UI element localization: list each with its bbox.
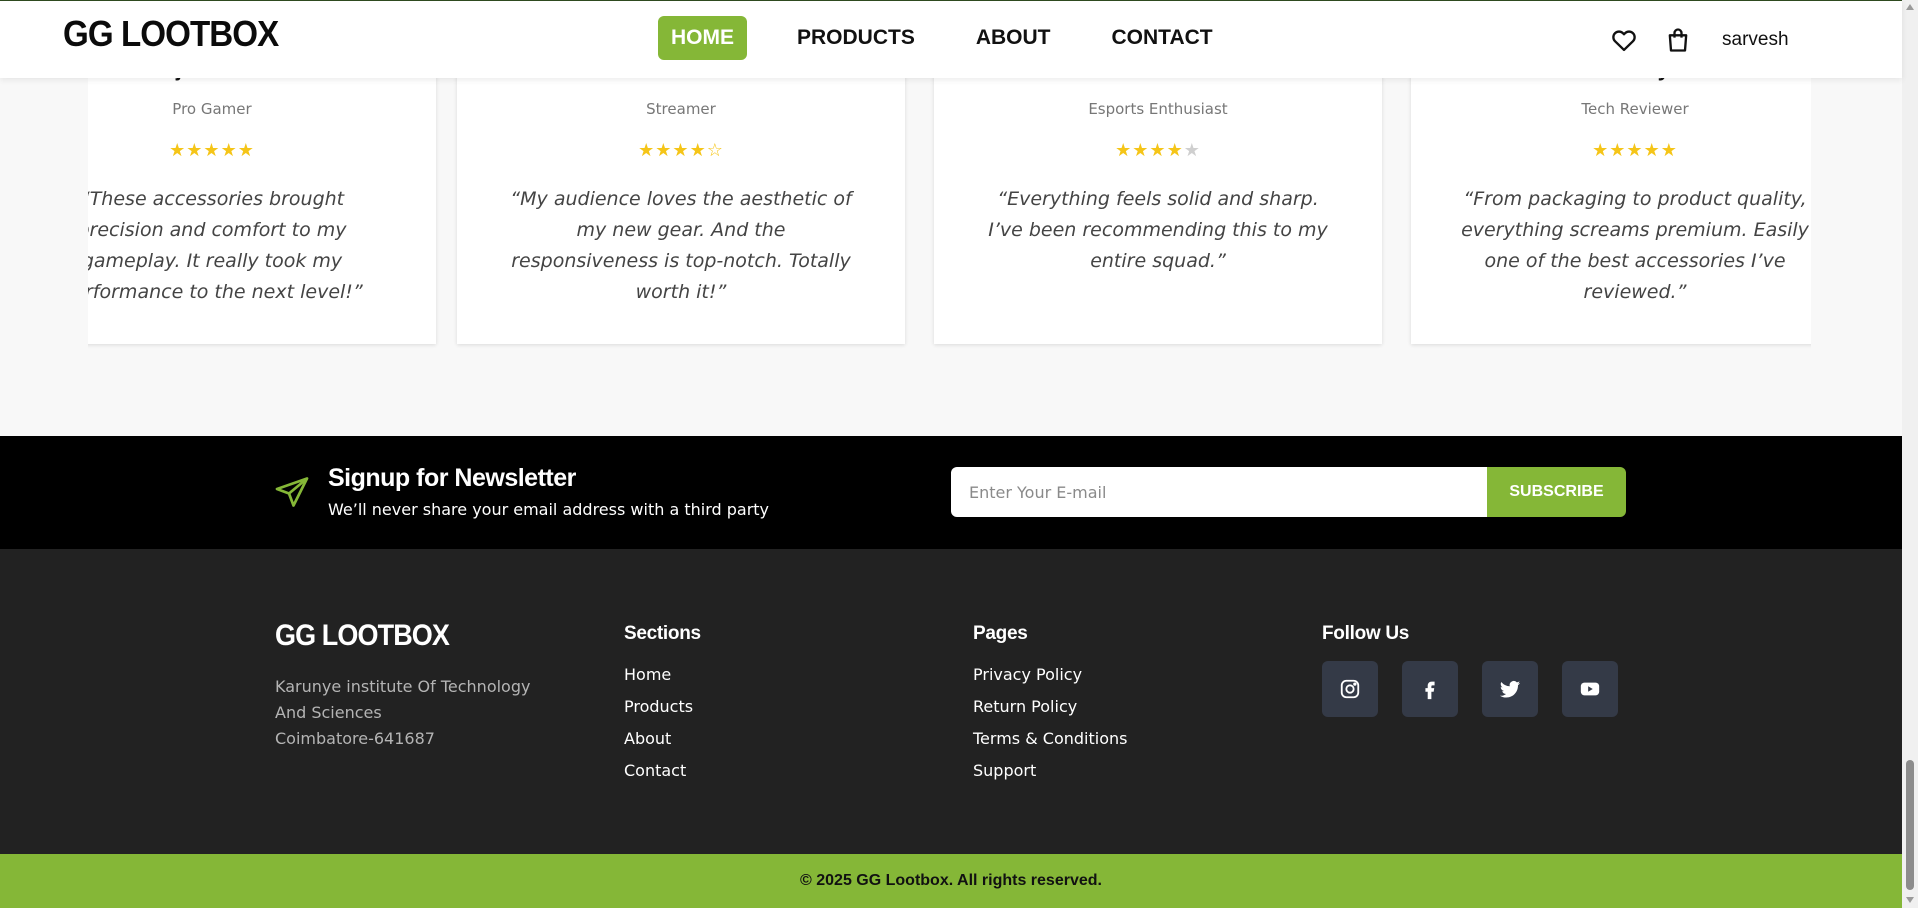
footer-sections: Sections Home Products About Contact: [624, 623, 701, 787]
footer-sections-title: Sections: [624, 623, 701, 644]
rating-stars: ★★★★★: [169, 140, 255, 161]
testimonial-card: Sneha Iyer Tech Reviewer ★★★★★ “From pac…: [1411, 60, 1811, 344]
scrollbar-thumb[interactable]: [1906, 760, 1914, 890]
shopping-bag-icon[interactable]: [1664, 26, 1692, 54]
page-scrollbar[interactable]: [1902, 0, 1918, 908]
nav-contact[interactable]: CONTACT: [1099, 16, 1226, 60]
testimonial-quote: “Everything feels solid and sharp. I’ve …: [988, 188, 1328, 272]
testimonials-carousel: Anjali Mehra Pro Gamer ★★★★★ “These acce…: [88, 60, 1811, 350]
send-icon: [275, 477, 309, 507]
youtube-icon: [1580, 682, 1600, 696]
footer-link-home[interactable]: Home: [624, 659, 701, 691]
newsletter-form: SUBSCRIBE: [951, 467, 1626, 517]
testimonial-role: Pro Gamer: [172, 100, 252, 118]
scroll-down-icon[interactable]: [1906, 897, 1914, 903]
newsletter-subtitle: We’ll never share your email address wit…: [328, 500, 770, 519]
testimonial-card: Rahul Verma Esports Enthusiast ★★★★★ “Ev…: [934, 60, 1382, 344]
site-footer: GG LOOTBOX Karunye institute Of Technolo…: [0, 549, 1902, 854]
header-actions: sarvesh: [1610, 26, 1789, 54]
footer-follow-title: Follow Us: [1322, 623, 1410, 644]
twitter-button[interactable]: [1482, 661, 1538, 717]
nav-home[interactable]: HOME: [658, 16, 747, 60]
newsletter-section: Signup for Newsletter We’ll never share …: [0, 436, 1902, 549]
address-line: Karunye institute Of Technology And Scie…: [275, 677, 531, 722]
username[interactable]: sarvesh: [1722, 29, 1789, 51]
footer-link-privacy-policy[interactable]: Privacy Policy: [973, 659, 1127, 691]
email-input[interactable]: [951, 467, 1487, 517]
newsletter-title: Signup for Newsletter: [328, 464, 576, 492]
footer-address: Karunye institute Of Technology And Scie…: [275, 674, 565, 752]
heart-icon[interactable]: [1610, 26, 1638, 54]
testimonial-quote: “These accessories brought precision and…: [88, 188, 363, 303]
youtube-button[interactable]: [1562, 661, 1618, 717]
site-logo[interactable]: GG LOOTBOX: [63, 13, 279, 55]
testimonial-role: Esports Enthusiast: [1088, 100, 1228, 118]
nav-about[interactable]: ABOUT: [963, 16, 1064, 60]
social-links: [1322, 661, 1642, 717]
facebook-icon: [1425, 681, 1435, 700]
scroll-up-icon[interactable]: [1906, 4, 1914, 10]
footer-follow: Follow Us: [1322, 623, 1642, 717]
twitter-icon: [1499, 681, 1521, 698]
footer-link-contact[interactable]: Contact: [624, 755, 701, 787]
testimonial-card: Anjali Mehra Pro Gamer ★★★★★ “These acce…: [88, 60, 436, 344]
footer-link-about[interactable]: About: [624, 723, 701, 755]
footer-link-support[interactable]: Support: [973, 755, 1127, 787]
testimonial-card: Nikhil Rao Streamer ★★★★☆ “My audience l…: [457, 60, 905, 344]
footer-link-products[interactable]: Products: [624, 691, 701, 723]
facebook-button[interactable]: [1402, 661, 1458, 717]
footer-logo: GG LOOTBOX: [275, 619, 450, 652]
testimonial-quote: “From packaging to product quality, ever…: [1461, 188, 1809, 303]
address-line: Coimbatore-641687: [275, 729, 435, 748]
instagram-icon: [1340, 679, 1360, 699]
copyright-bar: © 2025 GG Lootbox. All rights reserved.: [0, 854, 1902, 908]
footer-link-terms[interactable]: Terms & Conditions: [973, 723, 1127, 755]
instagram-button[interactable]: [1322, 661, 1378, 717]
testimonial-role: Tech Reviewer: [1581, 100, 1689, 118]
testimonial-role: Streamer: [646, 100, 716, 118]
rating-stars: ★★★★★: [1592, 140, 1678, 161]
nav-products[interactable]: PRODUCTS: [784, 16, 928, 60]
footer-pages: Pages Privacy Policy Return Policy Terms…: [973, 623, 1127, 787]
main-nav: HOME PRODUCTS ABOUT CONTACT: [658, 16, 1261, 60]
footer-link-return-policy[interactable]: Return Policy: [973, 691, 1127, 723]
top-navbar: GG LOOTBOX HOME PRODUCTS ABOUT CONTACT s…: [0, 0, 1902, 78]
subscribe-button[interactable]: SUBSCRIBE: [1487, 467, 1626, 517]
footer-pages-title: Pages: [973, 623, 1028, 644]
rating-stars: ★★★★★: [1115, 140, 1201, 161]
testimonial-quote: “My audience loves the aesthetic of my n…: [510, 188, 852, 303]
rating-stars: ★★★★☆: [638, 140, 724, 161]
